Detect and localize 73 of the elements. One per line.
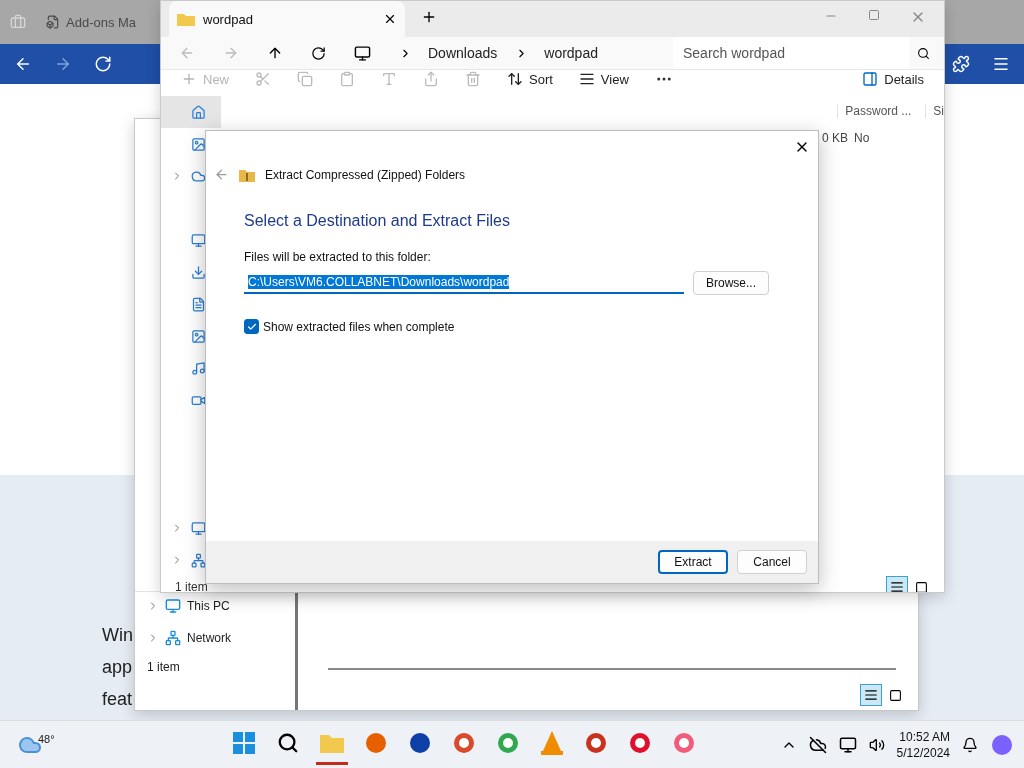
tab-title: Add-ons Ma	[66, 14, 137, 30]
plus-icon	[181, 71, 197, 87]
search-icon[interactable]	[277, 732, 299, 754]
close-icon[interactable]	[383, 12, 397, 26]
browser-tab[interactable]: Add-ons Ma	[46, 14, 137, 30]
column-header[interactable]: Password ...	[837, 104, 926, 118]
field-label: Files will be extracted to this folder:	[244, 250, 432, 264]
checkbox-label: Show extracted files when complete	[263, 319, 455, 334]
status-text: 1 item	[147, 660, 181, 674]
speaker-icon[interactable]	[868, 736, 885, 753]
zip-folder-icon	[239, 167, 255, 182]
cloud-off-icon[interactable]	[808, 735, 827, 754]
home-icon[interactable]	[191, 104, 206, 120]
browse-button[interactable]: Browse...	[693, 271, 769, 295]
checkbox[interactable]	[244, 319, 259, 334]
view-button[interactable]: View	[578, 71, 629, 87]
add-tab-icon[interactable]	[421, 9, 437, 25]
network-icon[interactable]	[191, 552, 206, 568]
dialog-heading: Select a Destination and Extract Files	[244, 212, 511, 230]
status-text: 1 item	[175, 580, 208, 592]
folder-icon	[177, 12, 195, 26]
column-header[interactable]: Si	[925, 104, 944, 118]
start-icon[interactable]	[233, 732, 255, 754]
folder-tab[interactable]: wordpad	[169, 1, 405, 37]
download-icon[interactable]	[191, 264, 206, 280]
breadcrumb-item[interactable]: wordpad	[544, 45, 598, 61]
nav-item[interactable]: This PC	[147, 596, 295, 616]
image-icon[interactable]	[191, 328, 206, 344]
document-icon[interactable]	[191, 296, 206, 312]
refresh-icon[interactable]	[311, 45, 326, 61]
temperature: 48°	[38, 732, 55, 745]
bell-icon[interactable]	[962, 736, 978, 753]
maximize-icon[interactable]	[868, 9, 880, 21]
page-text: app	[102, 656, 134, 679]
nav-item[interactable]: Network	[147, 628, 295, 648]
monitor-icon	[165, 598, 181, 614]
list-icon	[890, 580, 904, 592]
details-button[interactable]: Details	[862, 71, 924, 87]
search-icon[interactable]	[917, 46, 930, 60]
menu-icon[interactable]	[992, 55, 1010, 73]
desktop-icon[interactable]	[191, 232, 206, 248]
back-icon[interactable]	[14, 55, 32, 73]
extension-icon	[46, 15, 60, 29]
table-cell: 0 KB	[822, 131, 848, 145]
forward-icon[interactable]	[54, 55, 72, 73]
search-field[interactable]: Search wordpad	[673, 37, 909, 69]
cloud-icon[interactable]	[191, 168, 206, 184]
table-cell-text: No	[854, 131, 871, 145]
list-icon	[578, 71, 595, 87]
monitor-icon[interactable]	[354, 44, 371, 62]
breadcrumb-item[interactable]: Downloads	[428, 45, 498, 61]
image-icon[interactable]	[191, 136, 206, 152]
puzzle-icon[interactable]	[952, 55, 970, 73]
square-icon	[888, 688, 902, 702]
extract-button[interactable]: Extract	[658, 550, 728, 574]
list-icon	[864, 688, 878, 702]
clock[interactable]: 10:52 AM 5/12/2024	[896, 728, 950, 761]
music-icon[interactable]	[191, 360, 206, 376]
monitor-icon[interactable]	[838, 735, 857, 754]
path-field[interactable]: C:\Users\VM6.COLLABNET\Downloads\wordpad	[244, 272, 684, 294]
sort-icon	[507, 71, 523, 87]
panel-icon	[862, 71, 879, 87]
check-icon	[246, 321, 257, 332]
details-view-button[interactable]	[886, 576, 908, 592]
cancel-button[interactable]: Cancel	[737, 550, 807, 574]
up-icon[interactable]	[267, 45, 283, 61]
details-view-button[interactable]	[860, 684, 882, 706]
dialog-title: Extract Compressed (Zipped) Folders	[265, 167, 466, 182]
sort-button[interactable]: Sort	[507, 71, 553, 87]
page-text: feat	[102, 688, 134, 711]
reload-icon[interactable]	[94, 55, 112, 73]
network-icon	[165, 630, 181, 646]
page-text: Win	[102, 624, 134, 647]
